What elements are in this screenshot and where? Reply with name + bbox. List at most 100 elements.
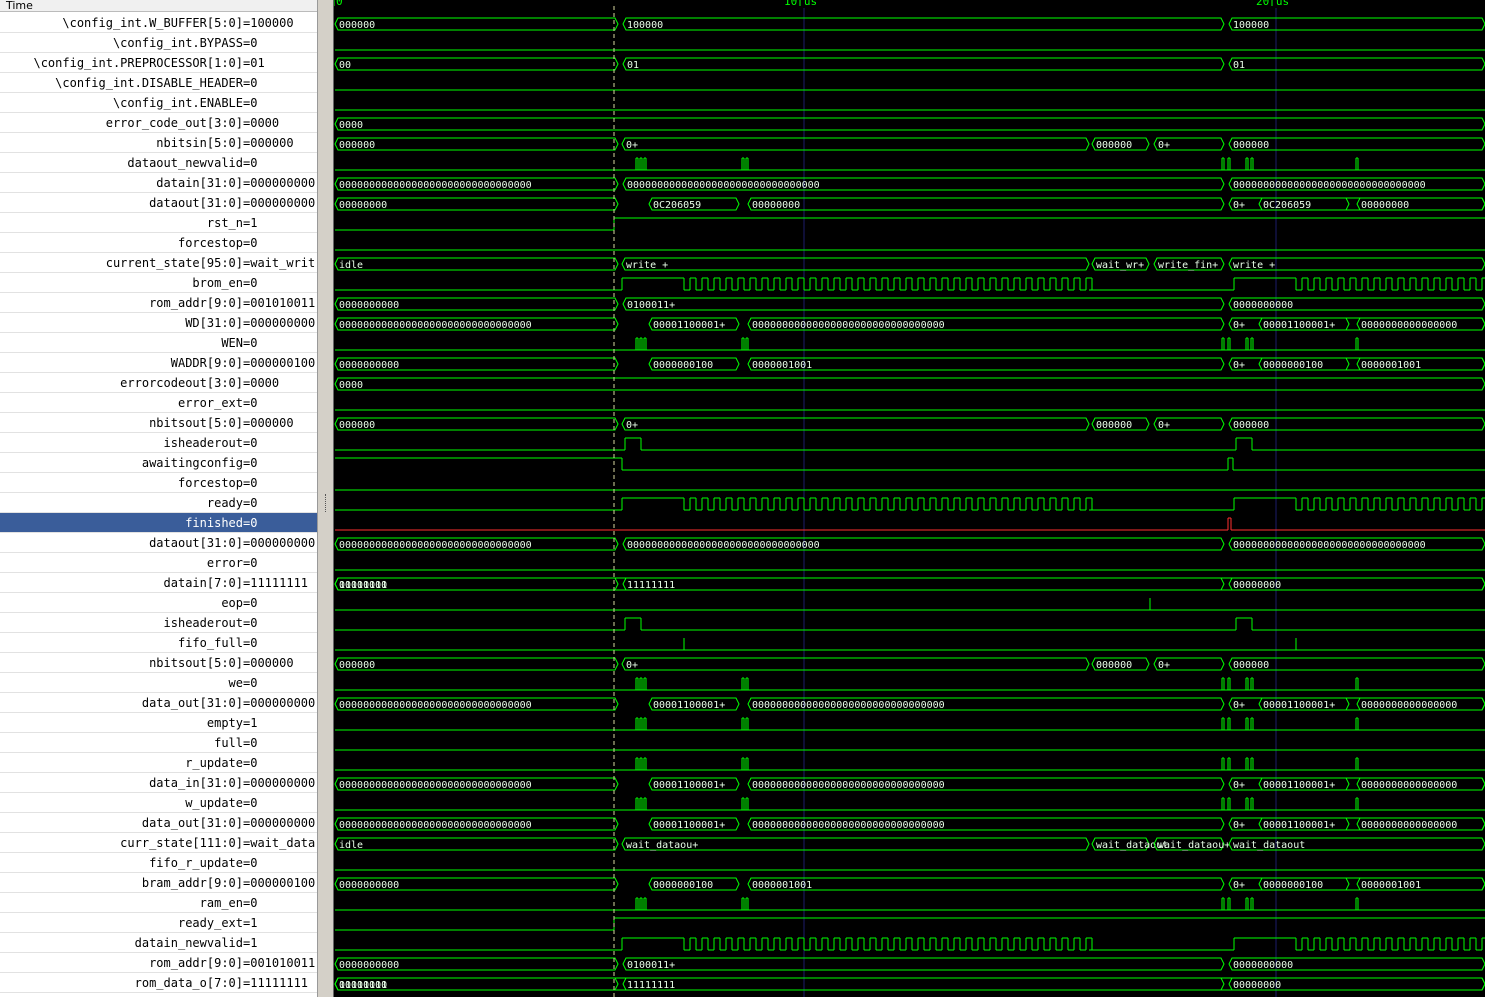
- signal-row[interactable]: we =0: [0, 673, 317, 693]
- signal-row[interactable]: w_update =0: [0, 793, 317, 813]
- signal-row[interactable]: isheaderout =0: [0, 613, 317, 633]
- signal-row[interactable]: errorcodeout[3:0] =0000: [0, 373, 317, 393]
- bus-value-label: 000000: [1233, 660, 1269, 671]
- signal-row[interactable]: datain_newvalid =1: [0, 933, 317, 953]
- signal-row[interactable]: finished =0: [0, 513, 317, 533]
- signal-row[interactable]: nbitsout[5:0] =000000: [0, 413, 317, 433]
- bus-value-label: 00000000000000000000000000000000: [339, 700, 532, 711]
- bus-value-label: 0+: [1233, 820, 1245, 831]
- signal-value: =000000000: [243, 776, 316, 790]
- signal-row[interactable]: data_out[31:0] =000000000: [0, 813, 317, 833]
- bus-value-label: 00000000000000000000000000000000: [1233, 540, 1426, 551]
- waveform-area[interactable]: 0 10 us 20 us 000000 100000 100000 00 01 01 0000 0…: [334, 0, 1485, 997]
- waveform-canvas[interactable]: 0 10 us 20 us000000 100000 10000000 01 0100000…: [334, 0, 1485, 997]
- signal-row[interactable]: forcestop =0: [0, 233, 317, 253]
- signal-row[interactable]: WD[31:0] =000000000: [0, 313, 317, 333]
- signal-row[interactable]: WEN =0: [0, 333, 317, 353]
- signal-row[interactable]: error =0: [0, 553, 317, 573]
- signal-waveform: 00000000000000000000000000000000 00000000…: [334, 537, 1485, 551]
- signal-row[interactable]: WADDR[9:0] =000000100: [0, 353, 317, 373]
- signal-row[interactable]: curr_state[111:0] =wait_data: [0, 833, 317, 853]
- signal-row[interactable]: bram_addr[9:0] =000000100: [0, 873, 317, 893]
- bus-segment: [334, 977, 1485, 991]
- pane-splitter[interactable]: [317, 0, 334, 997]
- signal-row[interactable]: eop =0: [0, 593, 317, 613]
- bus-value-label: idle: [339, 260, 363, 271]
- signal-value: =11111111: [243, 576, 309, 590]
- signal-value: =000000000: [243, 196, 316, 210]
- signal-value: =1: [243, 936, 258, 950]
- signal-value: =0: [243, 476, 258, 490]
- signal-row[interactable]: \config_int.BYPASS =0: [0, 33, 317, 53]
- signal-row[interactable]: dataout[31:0] =000000000: [0, 193, 317, 213]
- bus-value-label: 000000: [339, 20, 375, 31]
- signal-value: =0: [243, 856, 258, 870]
- signal-row[interactable]: error_ext =0: [0, 393, 317, 413]
- signal-row[interactable]: ram_en =0: [0, 893, 317, 913]
- signal-row[interactable]: rom_addr[9:0] =001010011: [0, 953, 317, 973]
- signal-row[interactable]: data_in[31:0] =000000000: [0, 773, 317, 793]
- bus-segment: [334, 837, 619, 851]
- signal-waveform: 0000000000 0000000100 0000001001 0+ 00000001…: [334, 877, 1485, 891]
- bus-value-label: 100000: [1233, 20, 1269, 31]
- signal-row[interactable]: dataout_newvalid =0: [0, 153, 317, 173]
- signal-row[interactable]: rom_addr[9:0] =001010011: [0, 293, 317, 313]
- signal-row[interactable]: r_update =0: [0, 753, 317, 773]
- signal-name: error_code_out[3:0]: [105, 116, 243, 130]
- splitter-grip-icon[interactable]: [325, 494, 328, 512]
- signal-row[interactable]: error_code_out[3:0] =0000: [0, 113, 317, 133]
- bus-value-label: 000000: [1096, 660, 1132, 671]
- signal-name: rom_data_o[7:0]: [134, 976, 243, 990]
- signal-row[interactable]: \config_int.DISABLE_HEADER =0: [0, 73, 317, 93]
- signal-row[interactable]: ready_ext =1: [0, 913, 317, 933]
- signal-row[interactable]: rom_data_o[7:0] =11111111: [0, 973, 317, 993]
- bus-value-label: 00000000000000000000000000000000: [1233, 180, 1426, 191]
- bus-value-label: 00001100001+: [653, 700, 725, 711]
- signal-row[interactable]: isheaderout =0: [0, 433, 317, 453]
- signal-row[interactable]: \config_int.PREPROCESSOR[1:0] =01: [0, 53, 317, 73]
- signal-row[interactable]: data_out[31:0] =000000000: [0, 693, 317, 713]
- signal-row[interactable]: datain[31:0] =000000000: [0, 173, 317, 193]
- bus-value-label: 0+: [1233, 880, 1245, 891]
- signal-value: =0: [243, 596, 258, 610]
- signal-waveform: [335, 217, 1485, 231]
- signal-row[interactable]: fifo_full =0: [0, 633, 317, 653]
- signal-waveform: [335, 457, 1485, 471]
- signal-waveform: 000000 0+ 000000 0+ 000000: [334, 137, 1485, 151]
- signal-row[interactable]: nbitsout[5:0] =000000: [0, 653, 317, 673]
- signal-name: fifo_r_update: [149, 856, 243, 870]
- signal-row[interactable]: dataout[31:0] =000000000: [0, 533, 317, 553]
- signal-waveform: [335, 797, 1485, 811]
- bus-segment: [621, 137, 1090, 151]
- bus-segment: [621, 657, 1090, 671]
- signal-name: nbitsout[5:0]: [149, 416, 243, 430]
- signal-row[interactable]: \config_int.ENABLE =0: [0, 93, 317, 113]
- signal-row[interactable]: fifo_r_update =0: [0, 853, 317, 873]
- signal-row[interactable]: ready =0: [0, 493, 317, 513]
- bus-segment: [622, 977, 1225, 991]
- signal-name: \config_int.ENABLE: [112, 96, 243, 110]
- signal-row[interactable]: full =0: [0, 733, 317, 753]
- bus-value-label: 00001100001+: [1263, 320, 1335, 331]
- bus-value-label: wait_dataou+: [626, 840, 698, 851]
- bus-value-label: 0000000000: [339, 960, 399, 971]
- bus-value-label: 00000000000000000000000000000000: [752, 820, 945, 831]
- signal-row[interactable]: current_state[95:0] =wait_writ: [0, 253, 317, 273]
- signal-row[interactable]: nbitsin[5:0] =000000: [0, 133, 317, 153]
- signal-waveform: 00000000000000000000000000000000 00000000…: [334, 177, 1485, 191]
- signal-value: =0: [243, 36, 258, 50]
- bus-value-label: 0100011+: [627, 960, 675, 971]
- signal-row[interactable]: rst_n =1: [0, 213, 317, 233]
- signal-value: =0: [243, 796, 258, 810]
- signal-name: \config_int.W_BUFFER[5:0]: [62, 16, 243, 30]
- signal-row[interactable]: \config_int.W_BUFFER[5:0] =100000: [0, 13, 317, 33]
- bus-value-label: wait_dataou+: [1158, 840, 1230, 851]
- signal-name: data_in[31:0]: [149, 776, 243, 790]
- signal-row[interactable]: empty =1: [0, 713, 317, 733]
- signal-row[interactable]: brom_en =0: [0, 273, 317, 293]
- signal-value: =0: [243, 556, 258, 570]
- signal-row[interactable]: forcestop =0: [0, 473, 317, 493]
- bus-value-label: 000000: [1233, 420, 1269, 431]
- signal-row[interactable]: datain[7:0] =11111111: [0, 573, 317, 593]
- signal-row[interactable]: awaitingconfig =0: [0, 453, 317, 473]
